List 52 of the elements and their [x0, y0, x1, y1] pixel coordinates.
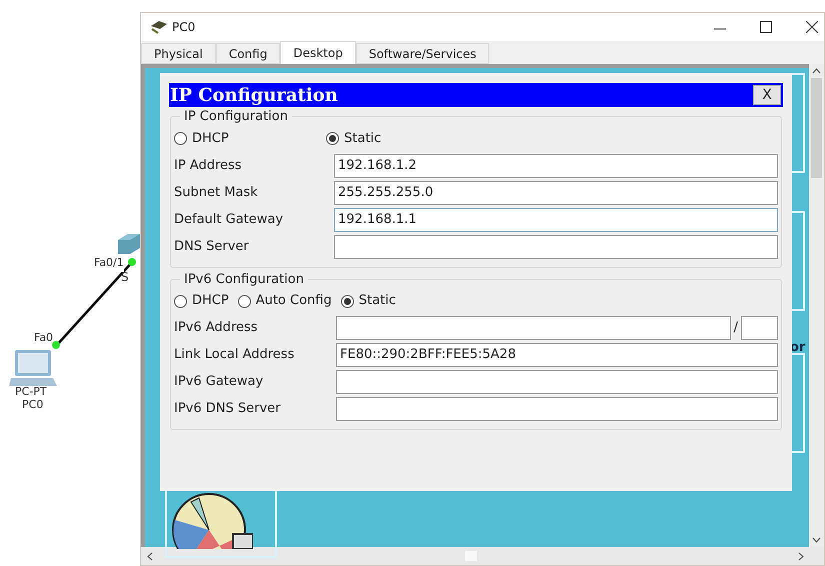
- input-field[interactable]: FE80::290:2BFF:FEE5:5A28: [336, 343, 778, 367]
- separator: /: [734, 319, 738, 338]
- field-label: IPv6 Gateway: [174, 373, 264, 392]
- window-title: PC0: [172, 19, 196, 36]
- radio-button[interactable]: [326, 132, 339, 145]
- prefix-field[interactable]: [741, 316, 778, 340]
- field-label: Subnet Mask: [174, 184, 259, 202]
- tab[interactable]: Physical: [141, 43, 216, 64]
- input-field[interactable]: [336, 397, 778, 421]
- radio-button[interactable]: [174, 132, 187, 145]
- input-field[interactable]: 255.255.255.0: [334, 180, 778, 204]
- radio-label: DHCP: [192, 130, 229, 148]
- input-field[interactable]: 192.168.1.2: [334, 154, 778, 178]
- input-field[interactable]: [336, 316, 731, 340]
- scroll-up-icon[interactable]: [812, 68, 821, 74]
- radio-button[interactable]: [238, 294, 251, 308]
- section-legend: IP Configuration: [180, 107, 292, 126]
- dialog-title: IP Configuration: [170, 84, 338, 108]
- tab[interactable]: Config: [216, 43, 280, 64]
- input-field[interactable]: [334, 234, 778, 258]
- section-legend: IPv6 Configuration: [180, 270, 308, 289]
- tab[interactable]: Software/Services: [356, 43, 490, 64]
- device-model: PC-PT: [15, 384, 47, 400]
- device-label: S: [121, 269, 129, 286]
- horizontal-scrollbar[interactable]: [141, 547, 824, 565]
- close-button[interactable]: X: [753, 85, 781, 105]
- radio-label: Auto Config: [256, 292, 332, 310]
- radio-label: Static: [358, 292, 396, 310]
- scroll-right-icon[interactable]: [798, 552, 804, 560]
- radio-button[interactable]: [340, 294, 354, 308]
- tab[interactable]: Desktop: [280, 41, 356, 64]
- field-label: IPv6 Address: [174, 319, 259, 338]
- scroll-down-icon[interactable]: [812, 537, 821, 543]
- device-label: PC0: [22, 397, 44, 413]
- scrollbar-thumb[interactable]: [811, 78, 822, 178]
- field-label: DNS Server: [174, 238, 250, 256]
- radio-label: DHCP: [192, 292, 229, 310]
- scroll-left-icon[interactable]: [147, 552, 153, 560]
- input-field[interactable]: 192.168.1.1: [334, 208, 778, 232]
- computer-icon: [9, 348, 59, 388]
- radio-label: Static: [344, 130, 382, 148]
- field-label: IP Address: [174, 156, 243, 175]
- maximize-icon[interactable]: [760, 21, 772, 33]
- radio-button[interactable]: [174, 294, 187, 308]
- input-field[interactable]: [336, 370, 778, 394]
- field-label: IPv6 DNS Server: [174, 400, 282, 418]
- port-label: Fa0: [34, 330, 54, 346]
- vertical-scrollbar[interactable]: [809, 64, 824, 547]
- field-label: Default Gateway: [174, 210, 284, 229]
- field-label: Link Local Address: [174, 346, 296, 364]
- close-icon[interactable]: [806, 21, 818, 33]
- port-label: Fa0/1: [94, 255, 124, 272]
